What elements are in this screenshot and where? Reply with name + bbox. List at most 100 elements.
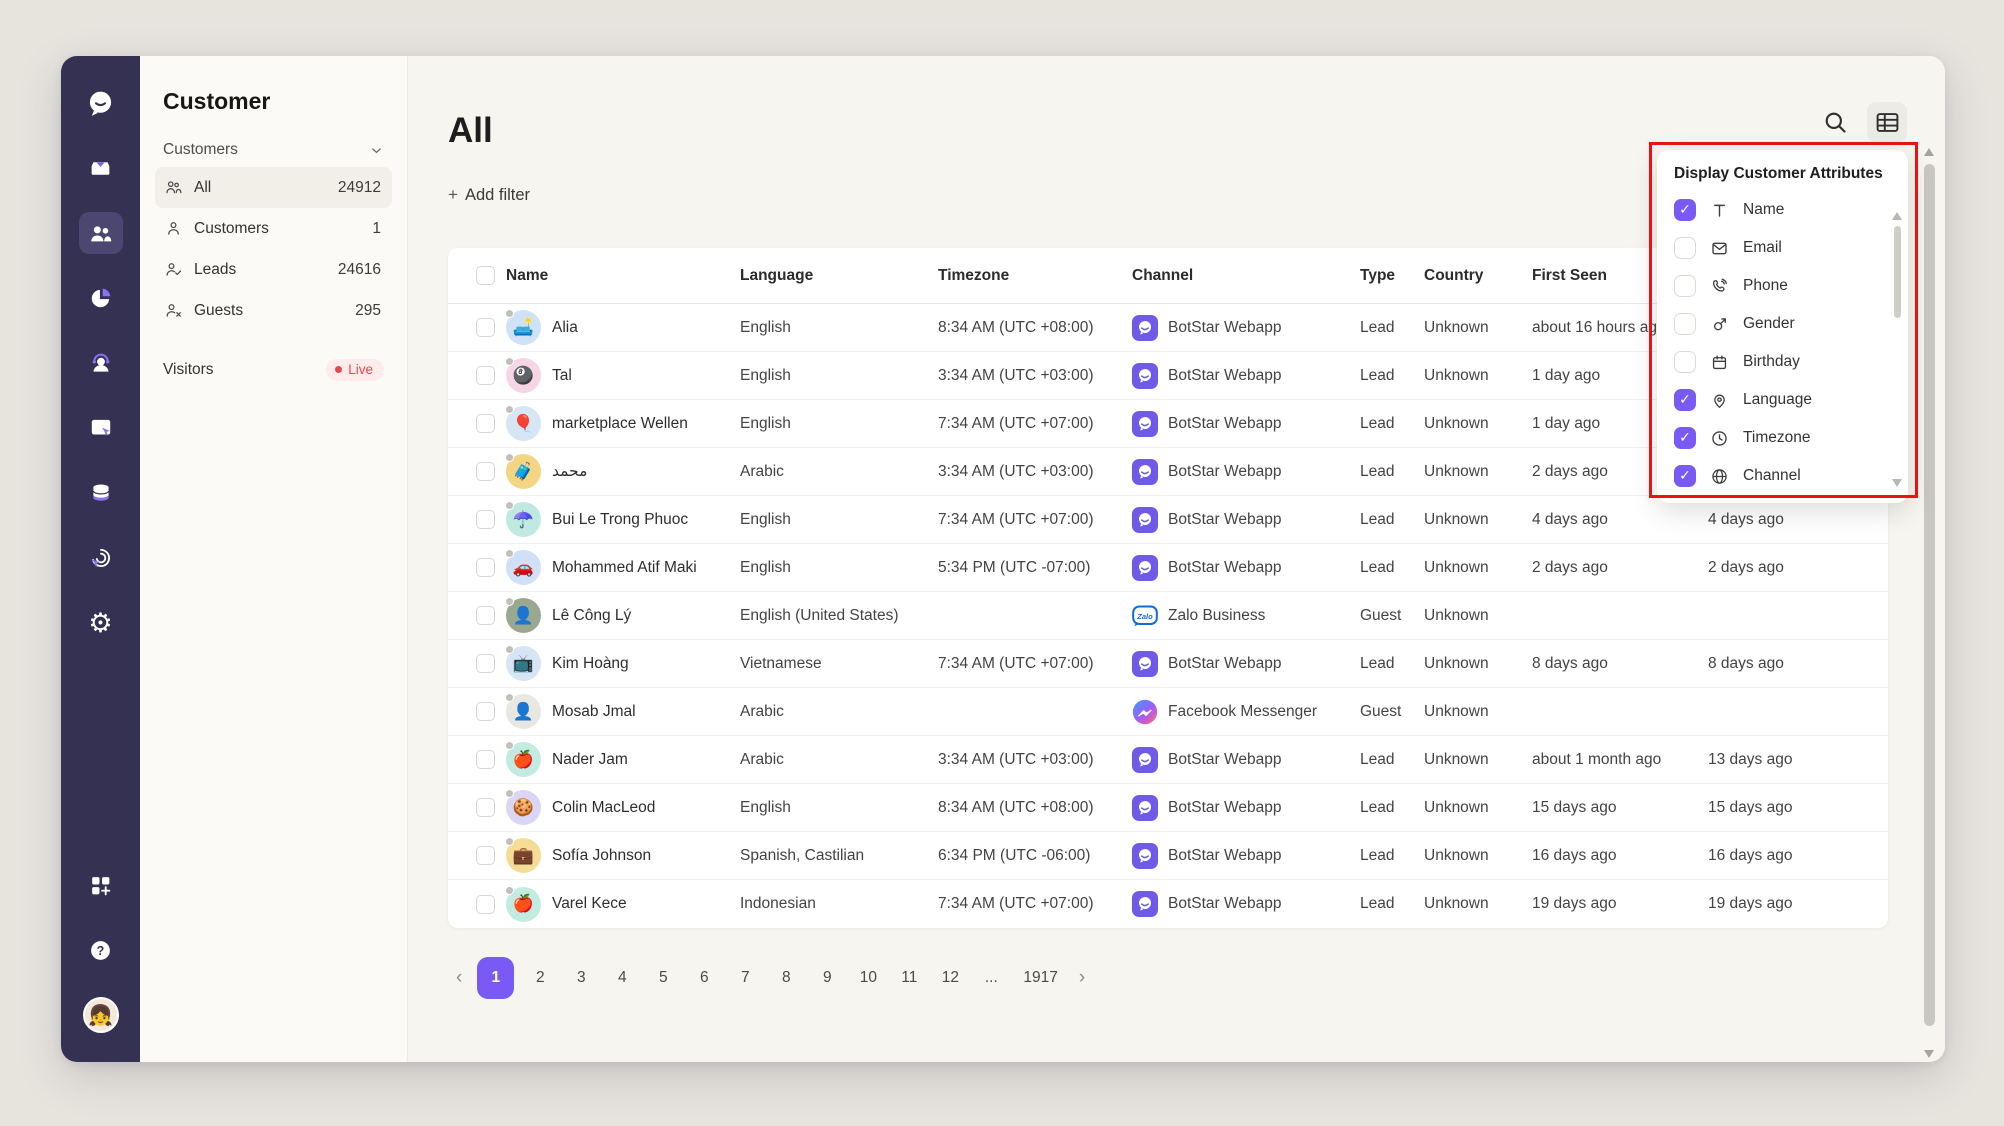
sidebar-item-leads[interactable]: Leads 24616 — [155, 249, 392, 290]
popup-scrollbar[interactable] — [1892, 212, 1902, 487]
attribute-checkbox[interactable] — [1674, 427, 1696, 449]
integrations-grid-icon[interactable] — [79, 864, 123, 906]
row-checkbox[interactable] — [476, 462, 495, 481]
row-checkbox[interactable] — [476, 510, 495, 529]
pagination-page-9[interactable]: 9 — [812, 957, 842, 999]
automation-icon[interactable] — [79, 537, 123, 579]
scroll-down-icon[interactable] — [1924, 1050, 1934, 1058]
pagination-page-7[interactable]: 7 — [730, 957, 760, 999]
sidebar-item-visitors[interactable]: Visitors Live — [163, 359, 384, 381]
column-header-language[interactable]: Language — [740, 267, 938, 285]
help-icon[interactable]: ? — [79, 929, 123, 971]
attribute-checkbox[interactable] — [1674, 199, 1696, 221]
pagination-page-1[interactable]: 1 — [477, 957, 515, 999]
pagination-page-2[interactable]: 2 — [525, 957, 555, 999]
user-avatar[interactable]: 👧 — [79, 994, 123, 1036]
sidebar-item-count: 24912 — [337, 178, 381, 196]
sidebar-item-all[interactable]: All 24912 — [155, 167, 392, 208]
column-header-type[interactable]: Type — [1360, 267, 1424, 285]
popup-scrollbar-thumb[interactable] — [1893, 226, 1901, 318]
inbox-icon[interactable] — [79, 147, 123, 189]
column-header-country[interactable]: Country — [1424, 267, 1532, 285]
sidebar-item-customers[interactable]: Customers 1 — [155, 208, 392, 249]
attribute-checkbox[interactable] — [1674, 351, 1696, 373]
attribute-item[interactable]: Timezone — [1674, 419, 1890, 457]
pagination-page-1917[interactable]: 1917 — [1017, 957, 1063, 999]
name-cell: 🚗 Mohammed Atif Maki — [502, 549, 740, 585]
language-cell: English — [740, 510, 791, 528]
pagination-page-6[interactable]: 6 — [689, 957, 719, 999]
scroll-up-icon[interactable] — [1924, 148, 1934, 156]
search-button[interactable] — [1815, 102, 1855, 142]
row-checkbox[interactable] — [476, 846, 495, 865]
table-row[interactable]: 🍪 Colin MacLeod English 8:34 AM (UTC +08… — [448, 784, 1888, 832]
row-checkbox[interactable] — [476, 606, 495, 625]
pagination-page-11[interactable]: 11 — [894, 957, 924, 999]
attribute-item[interactable]: Phone — [1674, 267, 1890, 305]
pagination-prev[interactable]: ‹ — [452, 967, 466, 989]
channel-name: BotStar Webapp — [1168, 366, 1282, 384]
attribute-item[interactable]: Name — [1674, 191, 1890, 229]
pagination-page-8[interactable]: 8 — [771, 957, 801, 999]
row-checkbox[interactable] — [476, 798, 495, 817]
attribute-item[interactable]: Birthday — [1674, 343, 1890, 381]
table-row[interactable]: 🍎 Nader Jam Arabic 3:34 AM (UTC +03:00) … — [448, 736, 1888, 784]
analytics-pie-icon[interactable] — [79, 277, 123, 319]
table-row[interactable]: 👤 Lê Công Lý English (United States) Zal… — [448, 592, 1888, 640]
customers-section-header[interactable]: Customers — [163, 141, 384, 159]
pagination-page-4[interactable]: 4 — [607, 957, 637, 999]
live-support-icon[interactable] — [79, 342, 123, 384]
attribute-label: Channel — [1743, 467, 1801, 484]
attribute-checkbox[interactable] — [1674, 275, 1696, 297]
row-checkbox[interactable] — [476, 654, 495, 673]
display-columns-button[interactable] — [1867, 102, 1907, 142]
table-row[interactable]: ☂️ Bui Le Trong Phuoc English 7:34 AM (U… — [448, 496, 1888, 544]
attribute-checkbox[interactable] — [1674, 313, 1696, 335]
attribute-item[interactable]: Channel — [1674, 457, 1890, 495]
row-checkbox[interactable] — [476, 318, 495, 337]
pagination-page-5[interactable]: 5 — [648, 957, 678, 999]
table-row[interactable]: 🍎 Varel Kece Indonesian 7:34 AM (UTC +07… — [448, 880, 1888, 928]
pagination-page-12[interactable]: 12 — [935, 957, 965, 999]
name-cell: 🎱 Tal — [502, 357, 740, 393]
row-checkbox[interactable] — [476, 894, 495, 914]
table-row[interactable]: 👤 Mosab Jmal Arabic Zalo Facebook Messen… — [448, 688, 1888, 736]
table-row[interactable]: 📺 Kim Hoàng Vietnamese 7:34 AM (UTC +07:… — [448, 640, 1888, 688]
pagination-page-10[interactable]: 10 — [853, 957, 883, 999]
botstar-logo[interactable] — [79, 82, 123, 124]
column-header-channel[interactable]: Channel — [1132, 267, 1360, 285]
select-all-checkbox[interactable] — [476, 266, 495, 285]
attribute-checkbox[interactable] — [1674, 465, 1696, 487]
attribute-checkbox[interactable] — [1674, 389, 1696, 411]
row-checkbox[interactable] — [476, 750, 495, 769]
scroll-up-icon[interactable] — [1892, 212, 1902, 220]
attribute-icon — [1710, 239, 1729, 258]
main-scrollbar-thumb[interactable] — [1923, 164, 1935, 1026]
table-row[interactable]: 💼 Sofía Johnson Spanish, Castilian 6:34 … — [448, 832, 1888, 880]
pagination-next[interactable]: › — [1075, 967, 1089, 989]
attribute-item[interactable]: Language — [1674, 381, 1890, 419]
sidebar-item-guests[interactable]: Guests 295 — [155, 290, 392, 331]
cms-icon[interactable] — [79, 407, 123, 449]
database-icon[interactable] — [79, 472, 123, 514]
attribute-item[interactable]: Email — [1674, 229, 1890, 267]
pagination-ellipsis[interactable]: ... — [976, 957, 1006, 999]
pagination-page-3[interactable]: 3 — [566, 957, 596, 999]
table-row[interactable]: 🚗 Mohammed Atif Maki English 5:34 PM (UT… — [448, 544, 1888, 592]
row-checkbox[interactable] — [476, 366, 495, 385]
settings-gear-icon[interactable]: ⚙ — [79, 602, 123, 644]
row-checkbox[interactable] — [476, 558, 495, 577]
row-checkbox[interactable] — [476, 414, 495, 433]
timezone-cell: 6:34 PM (UTC -06:00) — [938, 846, 1091, 864]
channel-name: BotStar Webapp — [1168, 510, 1282, 528]
add-filter-button[interactable]: + Add filter — [448, 185, 530, 205]
attribute-checkbox[interactable] — [1674, 237, 1696, 259]
column-header-name[interactable]: Name — [502, 267, 740, 285]
customers-icon[interactable] — [78, 212, 123, 254]
visitors-label: Visitors — [163, 361, 214, 378]
scroll-down-icon[interactable] — [1892, 479, 1902, 487]
column-header-timezone[interactable]: Timezone — [938, 267, 1132, 285]
attribute-item[interactable]: Gender — [1674, 305, 1890, 343]
main-scrollbar[interactable] — [1922, 148, 1936, 1058]
row-checkbox[interactable] — [476, 702, 495, 721]
